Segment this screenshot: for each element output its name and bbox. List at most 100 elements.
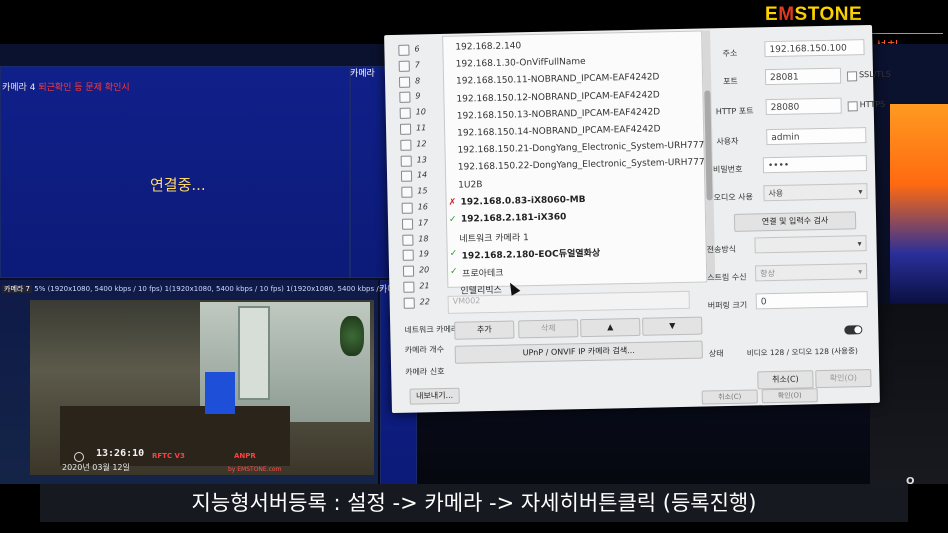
row-number: 19 (418, 249, 429, 259)
label-camera-count: 카메라 개수 (404, 344, 445, 355)
video-timestamp: 13:26:10 (96, 448, 145, 459)
row-number: 11 (415, 123, 427, 133)
cancel-button[interactable]: 취소(C) (757, 370, 814, 390)
camera-tile-4[interactable] (0, 66, 350, 278)
row-checkbox[interactable] (398, 60, 410, 72)
logo-rest: STONE (794, 4, 863, 25)
device-list-item[interactable]: 192.168.150.21-DongYang_Electronic_Syste… (457, 141, 710, 156)
export-button[interactable]: 내보내기... (409, 387, 460, 405)
device-list-item[interactable]: 192.168.150.11-NOBRAND_IPCAM-EAF4242D (456, 73, 660, 87)
buffer-input[interactable]: 0 (755, 291, 868, 310)
logo-m: M (778, 4, 795, 25)
row-number: 12 (416, 139, 427, 149)
row-number: 14 (416, 170, 428, 180)
row-checkbox[interactable] (402, 234, 414, 246)
password-input[interactable]: •••• (762, 155, 868, 174)
row-number: 10 (415, 107, 426, 117)
row-checkbox[interactable] (399, 92, 411, 104)
device-list-item[interactable]: 192.168.150.13-NOBRAND_IPCAM-EAF4242D (457, 107, 661, 121)
port-label: 포트 (723, 76, 738, 87)
user-label: 사용자 (716, 136, 739, 147)
audio-label: 오디오 사용 (713, 192, 754, 203)
camera-device-list[interactable]: 192.168.2.140 192.168.1.30-OnVifFullName 1… (442, 30, 711, 296)
ssl-label: SSL/TLS (858, 69, 891, 80)
device-list-item[interactable]: 192.168.150.14-NOBRAND_IPCAM-EAF4242D (457, 124, 661, 138)
scrollbar-thumb[interactable] (704, 90, 713, 201)
row-checkbox[interactable] (402, 249, 414, 262)
state-value: 비디오 128 / 오디오 128 (사용중) (746, 346, 858, 358)
check-icon: ✓ (448, 214, 457, 225)
chevron-down-icon: ▾ (858, 187, 863, 197)
user-input[interactable]: admin (766, 127, 867, 146)
ok-button-back[interactable]: 확인(O) (761, 388, 818, 404)
row-checkbox[interactable] (401, 202, 413, 214)
row-checkbox[interactable] (403, 281, 415, 293)
https-checkbox[interactable] (847, 101, 858, 112)
row-checkbox[interactable] (403, 297, 415, 309)
connecting-status: 연결중... (150, 176, 206, 194)
device-list-item[interactable]: 192.168.2.140 (455, 41, 521, 52)
row-number: 22 (419, 297, 430, 307)
row-number: 17 (417, 218, 429, 228)
device-list-item[interactable]: 네트워크 카메라 1 (459, 230, 529, 244)
add-button[interactable]: 추가 (454, 320, 515, 340)
ok-button[interactable]: 확인(O) (815, 369, 872, 389)
camera-name-input[interactable]: VM002 (447, 290, 690, 314)
state-label: 상태 (708, 349, 724, 359)
row-checkbox[interactable] (398, 44, 410, 56)
buffer-label: 버퍼링 크기 (707, 300, 748, 311)
device-list-item[interactable]: 192.168.1.30-OnVifFullName (456, 57, 586, 70)
device-list-item[interactable]: 192.168.0.83-iX8060-MB (461, 195, 586, 208)
audio-select[interactable]: 사용 ▾ (763, 183, 868, 202)
row-checkbox[interactable] (400, 170, 413, 183)
video-datestamp: 2020년 03월 12일 (62, 463, 130, 472)
device-list-item[interactable]: 192.168.150.12-NOBRAND_IPCAM-EAF4242D (456, 90, 660, 104)
row-checkbox[interactable] (402, 265, 415, 277)
device-list-item[interactable]: 1U2B (458, 180, 482, 191)
error-x-icon: ✗ (448, 197, 457, 208)
logo-e: E (765, 4, 779, 25)
row-checkbox[interactable] (399, 123, 412, 135)
https-label: HTTPS (859, 99, 886, 110)
video-door (238, 306, 270, 400)
row-number: 7 (414, 60, 420, 70)
device-list-item[interactable]: 192.168.150.22-DongYang_Electronic_Syste… (458, 158, 711, 173)
delete-button[interactable]: 삭제 (518, 319, 579, 339)
power-icon[interactable] (74, 452, 84, 462)
tile-right-top-title: 카메라 (350, 69, 375, 79)
device-list-item[interactable]: 프로아테크 (462, 265, 504, 279)
stream-select[interactable]: 항상 ▾ (754, 263, 868, 282)
address-input[interactable]: 192.168.150.100 (764, 39, 865, 58)
caption-text: 지능형서버등록 : 설정 -> 카메라 -> 자세히버튼클릭 (등록진행) (40, 484, 908, 522)
row-number: 20 (418, 265, 430, 275)
enable-toggle[interactable] (844, 325, 863, 335)
row-number: 16 (417, 202, 428, 212)
video-plant (340, 316, 364, 356)
move-up-button[interactable]: ▲ (580, 317, 641, 338)
row-number: 9 (415, 91, 421, 101)
row-checkbox[interactable] (399, 107, 411, 120)
http-port-input[interactable]: 28080 (765, 97, 842, 116)
row-number: 21 (419, 281, 430, 291)
row-checkbox[interactable] (401, 186, 413, 199)
row-checkbox[interactable] (400, 139, 412, 151)
move-down-button[interactable]: ▼ (642, 316, 703, 336)
row-checkbox[interactable] (400, 155, 412, 167)
video-blue-object (205, 372, 235, 414)
connect-test-button[interactable]: 연결 및 입력수 검사 (733, 211, 857, 232)
device-list-item[interactable]: 192.168.2.181-iX360 (461, 212, 567, 224)
transfer-select[interactable]: ▾ (754, 235, 867, 254)
brand-logo: EMSTONE (765, 4, 862, 26)
label-net-camera: 네트워크 카메라 (404, 324, 459, 335)
row-checkbox[interactable] (398, 76, 411, 88)
port-input[interactable]: 28081 (764, 67, 842, 86)
camera-settings-dialog: 6 7 8 9 10 11 12 13 14 15 16 17 18 19 20 21 22 192.168.2… (384, 24, 891, 414)
row-checkbox-column: 6 7 8 9 10 11 12 13 14 15 16 17 18 19 20 21 22 (392, 34, 446, 309)
row-checkbox[interactable] (401, 218, 414, 230)
chevron-down-icon: ▾ (858, 267, 863, 277)
upnp-search-button[interactable]: UPnP / ONVIF IP 카메라 검색... (454, 340, 703, 364)
right-dark-panel (870, 304, 948, 484)
device-list-item[interactable]: 192.168.2.180-EOC듀얼열화상 (462, 246, 601, 262)
cancel-button-back[interactable]: 취소(C) (701, 389, 758, 405)
ssl-checkbox[interactable] (846, 71, 858, 82)
